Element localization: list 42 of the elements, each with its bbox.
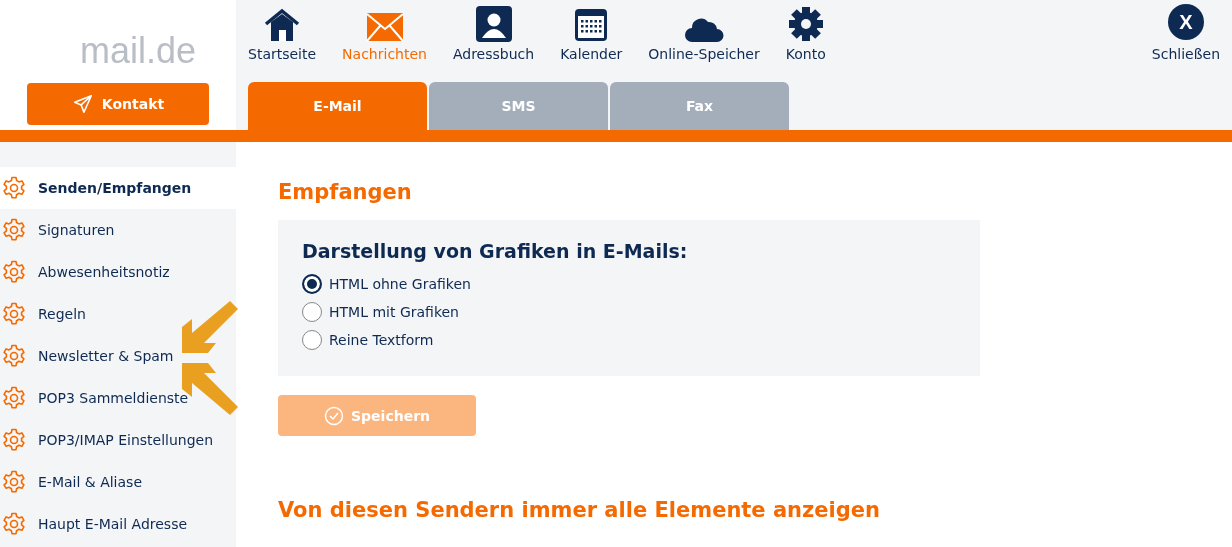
radio-option[interactable]: HTML ohne Grafiken: [302, 270, 956, 298]
gear-icon: [2, 386, 26, 410]
sidebar-item[interactable]: Haupt E-Mail Adresse: [0, 503, 236, 545]
gear-icon: [2, 470, 26, 494]
radio-button[interactable]: [302, 274, 322, 294]
cloud-icon: [684, 16, 724, 42]
radio-button[interactable]: [302, 302, 322, 322]
contact-card-icon: [475, 6, 512, 42]
gear-icon: [2, 176, 26, 200]
nav-item[interactable]: Konto: [785, 4, 826, 62]
panel-title: Darstellung von Grafiken in E-Mails:: [302, 240, 689, 262]
sidebar-item[interactable]: Senden/Empfangen: [0, 167, 236, 209]
gear-icon: [2, 428, 26, 452]
nav-item[interactable]: Kalender: [560, 4, 623, 62]
gear-icon: [2, 302, 26, 326]
logo: mail.de: [78, 30, 197, 70]
gear-icon: [2, 344, 26, 368]
sidebar-item[interactable]: Newsletter & Spam: [0, 335, 236, 377]
nav-item[interactable]: Adressbuch: [452, 4, 535, 62]
section-heading: Empfangen: [278, 180, 413, 204]
envelope-icon: [365, 12, 404, 42]
sidebar-item[interactable]: POP3/IMAP Einstellungen: [0, 419, 236, 461]
house-icon: [263, 8, 302, 42]
radio-option[interactable]: HTML mit Grafiken: [302, 298, 956, 326]
paper-plane-icon: [71, 93, 94, 115]
sidebar-item[interactable]: POP3 Sammeldienste: [0, 377, 236, 419]
nav-item[interactable]: Startseite: [248, 4, 317, 62]
close-button[interactable]: X Schließen: [1151, 4, 1220, 82]
gear-icon: [2, 218, 26, 242]
section-heading: Von diesen Sendern immer alle Elemente anzeigen: [278, 498, 881, 522]
gear-icon: [2, 260, 26, 284]
sidebar-item[interactable]: E-Mail & Aliase: [0, 461, 236, 503]
sidebar-item[interactable]: Signaturen: [0, 209, 236, 251]
settings-icon: [787, 6, 824, 42]
gear-icon: [2, 512, 26, 536]
calendar-icon: [574, 8, 609, 42]
sidebar-item[interactable]: Regeln: [0, 293, 236, 335]
nav-item[interactable]: Online-Speicher: [648, 4, 760, 62]
sidebar-item[interactable]: Abwesenheitsnotiz: [0, 251, 236, 293]
check-circle-icon: [324, 405, 344, 426]
radio-option[interactable]: Reine Textform: [302, 326, 956, 354]
radio-button[interactable]: [302, 330, 322, 350]
